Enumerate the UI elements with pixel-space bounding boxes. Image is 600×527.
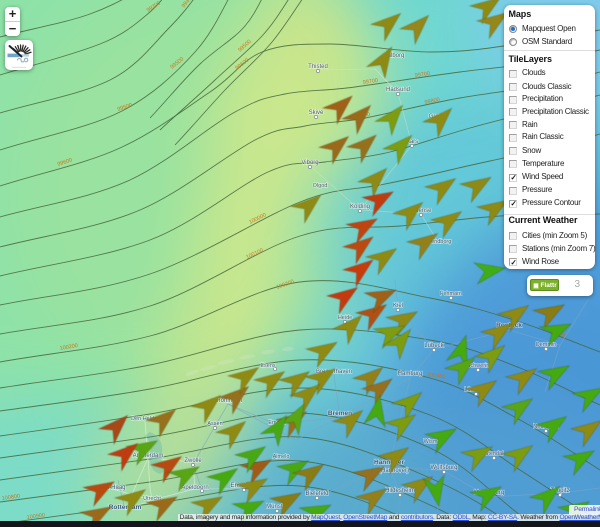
svg-text:Esens: Esens [260,363,276,369]
svg-text:Heide: Heide [338,315,352,321]
svg-text:Wolfsburg: Wolfsburg [431,465,458,471]
svg-text:Apeldoorn: Apeldoorn [181,485,208,491]
svg-text:Fehmarn: Fehmarn [440,291,462,297]
svg-text:Almelo: Almelo [273,454,290,460]
svg-text:Amsterdam: Amsterdam [133,453,164,459]
svg-text:Thisted: Thisted [308,64,328,70]
svg-text:Rotterdam: Rotterdam [109,504,142,511]
svg-text:Hildesheim: Hildesheim [385,488,415,494]
svg-text:Hadsund: Hadsund [386,87,410,93]
svg-text:Kiel: Kiel [393,303,403,309]
svg-text:Bielefeld: Bielefeld [305,491,328,497]
svg-text:Kolding: Kolding [350,204,370,210]
svg-text:(Hannover): (Hannover) [379,468,409,474]
svg-text:Skive: Skive [309,110,324,116]
svg-text:Zwolle: Zwolle [184,458,202,464]
svg-text:Assen: Assen [207,421,222,427]
svg-text:Hamburg: Hamburg [398,371,423,377]
svg-text:Demmin: Demmin [536,342,556,348]
svg-text:Viborg: Viborg [301,160,318,166]
svg-text:Lübeck: Lübeck [424,343,444,349]
svg-text:Olgod: Olgod [313,183,328,189]
